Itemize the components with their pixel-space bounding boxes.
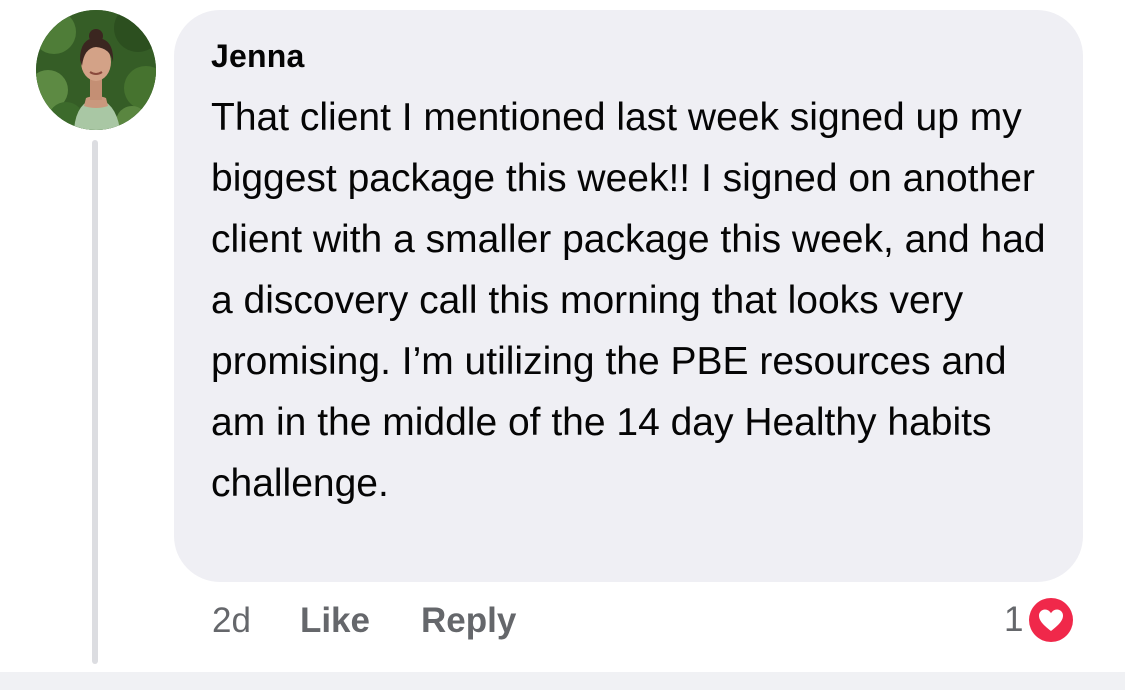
- avatar-photo: [36, 10, 156, 130]
- comment-text: That client I mentioned last week signed…: [211, 96, 1046, 505]
- reaction-count: 1: [1004, 600, 1024, 639]
- author-name[interactable]: Jenna: [211, 36, 1047, 76]
- comment-frame: Jenna That client I mentioned last week …: [0, 0, 1125, 690]
- timestamp[interactable]: 2d: [212, 601, 251, 641]
- bottom-divider: [0, 672, 1125, 690]
- heart-icon: [1027, 596, 1076, 644]
- reactions-summary[interactable]: 1: [1004, 594, 1076, 646]
- comment-actions: 2d Like Reply: [212, 596, 567, 646]
- reply-button[interactable]: Reply: [421, 601, 516, 641]
- avatar[interactable]: [36, 10, 156, 130]
- comment-bubble: Jenna That client I mentioned last week …: [174, 10, 1083, 582]
- thread-line: [92, 140, 98, 664]
- like-button[interactable]: Like: [300, 601, 370, 641]
